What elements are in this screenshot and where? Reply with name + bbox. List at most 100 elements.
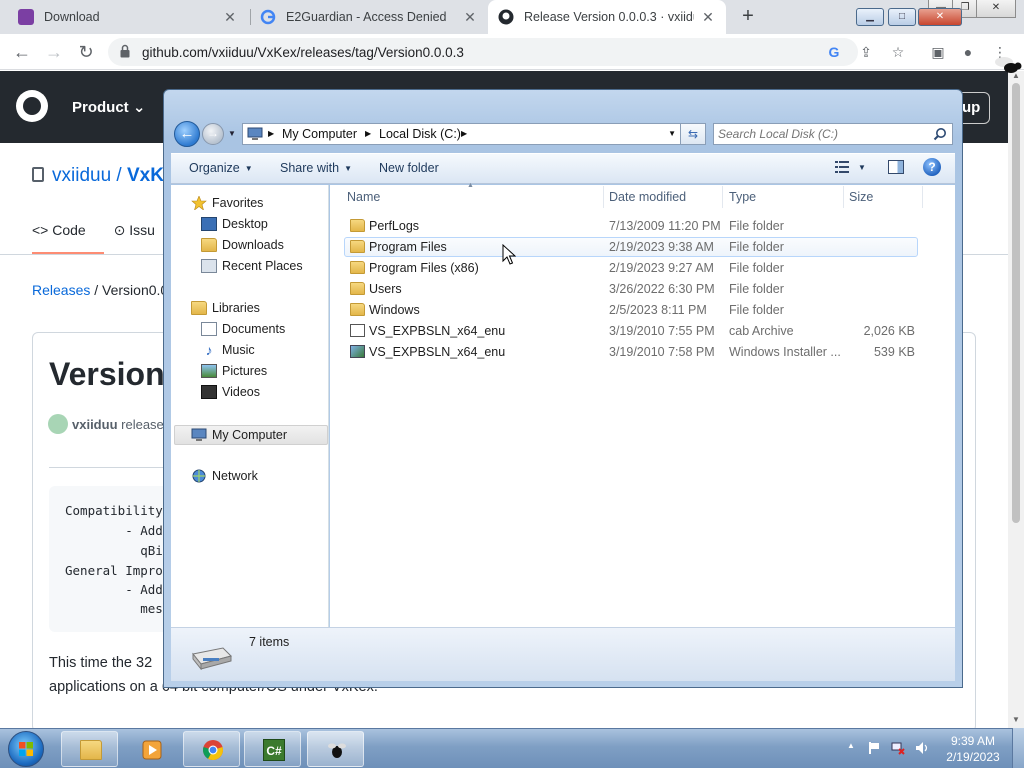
file-row[interactable]: Windows 2/5/2023 8:11 PM File folder <box>344 300 918 320</box>
file-row[interactable]: Program Files (x86) 2/19/2023 9:27 AM Fi… <box>344 258 918 278</box>
share-with-label: Share with <box>280 161 340 175</box>
file-name: Windows <box>369 303 420 317</box>
taskbar-csharp[interactable]: C# <box>244 731 301 767</box>
file-row[interactable]: Users 3/26/2022 6:30 PM File folder <box>344 279 918 299</box>
scroll-thumb[interactable] <box>1012 83 1020 523</box>
column-header-type[interactable]: Type <box>729 190 756 204</box>
product-menu[interactable]: Product ⌄ <box>72 98 145 116</box>
explorer-maximize-button[interactable]: □ <box>888 8 916 26</box>
tab-issues[interactable]: ⊙ Issu <box>114 222 155 238</box>
explorer-minimize-button[interactable]: ▁ <box>856 8 884 26</box>
explorer-close-button[interactable]: ✕ <box>918 8 962 26</box>
nav-downloads[interactable]: Downloads <box>201 238 284 252</box>
back-arrow-icon[interactable]: ← <box>10 40 34 64</box>
taskbar-explorer[interactable] <box>61 731 118 767</box>
column-header-size[interactable]: Size <box>849 190 873 204</box>
column-divider[interactable] <box>843 186 844 208</box>
column-header-name[interactable]: Name <box>347 190 380 204</box>
tray-expand-icon[interactable]: ▲ <box>847 741 855 750</box>
refresh-icon[interactable]: ⇆ <box>681 123 706 145</box>
search-input[interactable] <box>718 126 928 142</box>
file-type: cab Archive <box>729 324 794 338</box>
nav-network[interactable]: Network <box>191 469 258 483</box>
taskbar-fly-app[interactable] <box>307 731 364 767</box>
nav-music[interactable]: ♪ Music <box>201 343 255 357</box>
nav-pictures[interactable]: Pictures <box>201 364 267 378</box>
file-row[interactable]: VS_EXPBSLN_x64_enu 3/19/2010 7:55 PM cab… <box>344 321 918 341</box>
action-center-flag-icon[interactable] <box>867 741 881 755</box>
side-panel-icon[interactable]: ▣ <box>928 42 948 62</box>
network-globe-icon <box>192 469 206 483</box>
nav-my-computer-label: My Computer <box>212 428 288 442</box>
tab-close-icon[interactable]: ✕ <box>462 9 478 26</box>
file-row[interactable]: PerfLogs 7/13/2009 11:20 PM File folder <box>344 216 918 236</box>
repo-name-link[interactable]: VxK <box>127 165 164 186</box>
forward-icon[interactable]: → <box>202 123 224 145</box>
column-header-date[interactable]: Date modified <box>609 190 686 204</box>
recent-pages-dropdown-icon[interactable]: ▼ <box>228 129 236 138</box>
nav-desktop[interactable]: Desktop <box>201 217 268 231</box>
breadcrumb-separator: / <box>90 282 103 298</box>
system-clock[interactable]: 9:39 AM 2/19/2023 <box>940 733 1006 765</box>
column-divider[interactable] <box>722 186 723 208</box>
tab-close-icon[interactable]: ✕ <box>222 9 238 26</box>
share-icon[interactable]: ⇪ <box>856 42 876 62</box>
tab-e2guardian[interactable]: E2Guardian - Access Denied ✕ <box>250 0 488 34</box>
reload-icon[interactable]: ↻ <box>74 40 98 64</box>
nav-libraries[interactable]: Libraries <box>191 301 260 315</box>
breadcrumb-arrow-icon[interactable]: ▶ <box>268 129 274 138</box>
taskbar-media-player[interactable] <box>122 731 179 767</box>
forward-arrow-icon[interactable]: → <box>42 40 66 64</box>
tab-release[interactable]: Release Version 0.0.0.3 · vxiiduu/ ✕ <box>488 0 726 34</box>
back-icon[interactable]: ← <box>174 121 200 147</box>
browser-close-button[interactable]: ✕ <box>976 0 1016 18</box>
profile-avatar-icon[interactable]: ● <box>958 42 978 62</box>
google-lens-icon[interactable]: G <box>824 42 844 62</box>
view-options-dropdown-icon[interactable]: ▼ <box>858 163 866 172</box>
organize-button[interactable]: Organize ▼ <box>189 161 253 175</box>
new-tab-button[interactable]: + <box>737 5 759 27</box>
start-button[interactable] <box>8 731 44 767</box>
search-box[interactable] <box>713 123 953 145</box>
share-with-button[interactable]: Share with ▼ <box>280 161 352 175</box>
search-icon[interactable] <box>933 127 947 141</box>
help-icon[interactable]: ? <box>923 158 941 176</box>
address-segment-my-computer[interactable]: My Computer <box>282 127 357 141</box>
network-disconnected-icon[interactable] <box>891 741 905 755</box>
new-folder-button[interactable]: New folder <box>379 161 439 175</box>
nav-recent-places[interactable]: Recent Places <box>201 259 303 273</box>
breadcrumb-releases-link[interactable]: Releases <box>32 282 90 298</box>
page-scrollbar[interactable]: ▲ ▼ <box>1008 71 1024 728</box>
bookmark-star-icon[interactable]: ☆ <box>888 42 908 62</box>
address-segment-local-disk[interactable]: Local Disk (C:) <box>379 127 461 141</box>
repo-owner-link[interactable]: vxiiduu <box>52 165 111 186</box>
address-bar[interactable]: github.com/vxiiduu/VxKex/releases/tag/Ve… <box>108 38 858 66</box>
tab-download[interactable]: Download ✕ <box>8 0 248 34</box>
change-view-icon[interactable] <box>835 161 849 173</box>
column-divider[interactable] <box>603 186 604 208</box>
author-avatar[interactable] <box>48 414 68 434</box>
taskbar-chrome[interactable] <box>183 731 240 767</box>
tab-code[interactable]: <> Code <box>32 222 86 238</box>
file-row[interactable]: Program Files 2/19/2023 9:38 AM File fol… <box>344 237 918 257</box>
preview-pane-icon[interactable] <box>888 160 904 174</box>
breadcrumb-arrow-icon[interactable]: ▶ <box>365 129 371 138</box>
nav-my-computer[interactable]: My Computer <box>174 425 328 445</box>
volume-icon[interactable] <box>915 741 929 755</box>
tab-close-icon[interactable]: ✕ <box>700 9 716 26</box>
nav-videos[interactable]: Videos <box>201 385 260 399</box>
scroll-down-icon[interactable]: ▼ <box>1012 715 1020 724</box>
column-divider[interactable] <box>922 186 923 208</box>
recent-places-icon <box>201 259 217 273</box>
explorer-address-bar[interactable]: ▶ My Computer ▶ Local Disk (C:) ▶ ▼ <box>242 123 681 145</box>
file-type: File folder <box>729 303 784 317</box>
breadcrumb-arrow-icon[interactable]: ▶ <box>461 129 467 138</box>
show-desktop-button[interactable] <box>1012 728 1024 768</box>
address-dropdown-icon[interactable]: ▼ <box>668 129 676 138</box>
nav-favorites[interactable]: Favorites <box>191 196 263 210</box>
nav-documents[interactable]: Documents <box>201 322 285 336</box>
author-link[interactable]: vxiiduu <box>72 417 118 432</box>
github-logo-icon[interactable] <box>16 90 48 122</box>
file-row[interactable]: VS_EXPBSLN_x64_enu 3/19/2010 7:58 PM Win… <box>344 342 918 362</box>
clock-date: 2/19/2023 <box>946 750 1000 764</box>
